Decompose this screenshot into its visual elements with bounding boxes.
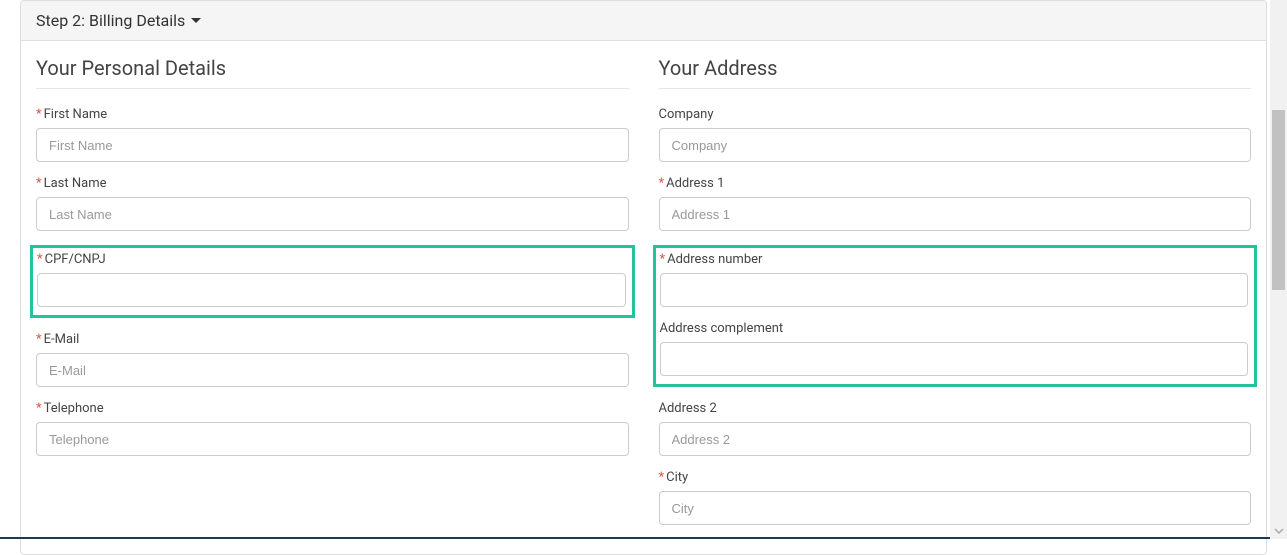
panel-title: Step 2: Billing Details — [36, 11, 185, 30]
email-input[interactable] — [36, 353, 629, 387]
address-number-input[interactable] — [660, 273, 1249, 307]
cpf-input[interactable] — [37, 273, 626, 307]
email-group: *E-Mail — [36, 332, 629, 387]
company-group: Company — [659, 107, 1252, 162]
company-label: Company — [659, 107, 1252, 122]
address-extras-highlight-box: *Address number Address complement — [653, 245, 1258, 387]
address-legend: Your Address — [659, 56, 1252, 89]
required-star-icon: * — [659, 470, 665, 485]
label-text: First Name — [44, 107, 108, 122]
cpf-highlight-box: *CPF/CNPJ — [30, 245, 635, 318]
address-complement-input[interactable] — [660, 342, 1249, 376]
address-number-group: *Address number — [660, 252, 1249, 307]
label-text: E-Mail — [44, 332, 80, 347]
required-star-icon: * — [36, 332, 42, 347]
address-complement-label: Address complement — [660, 321, 1249, 336]
panel-body: Your Personal Details *First Name *Last … — [21, 41, 1266, 554]
label-text: Address 1 — [666, 176, 724, 191]
required-star-icon: * — [659, 176, 665, 191]
last-name-group: *Last Name — [36, 176, 629, 231]
first-name-input[interactable] — [36, 128, 629, 162]
label-text: City — [666, 470, 688, 485]
city-input[interactable] — [659, 491, 1252, 525]
label-text: Last Name — [44, 176, 107, 191]
address-complement-group: Address complement — [660, 321, 1249, 376]
last-name-label: *Last Name — [36, 176, 629, 191]
city-group: *City — [659, 470, 1252, 525]
cpf-group: *CPF/CNPJ — [37, 252, 626, 307]
required-star-icon: * — [36, 401, 42, 416]
address1-group: *Address 1 — [659, 176, 1252, 231]
label-text: CPF/CNPJ — [45, 252, 106, 267]
scrollbar-down-arrow-icon[interactable] — [1270, 522, 1287, 539]
telephone-label: *Telephone — [36, 401, 629, 416]
personal-details-column: Your Personal Details *First Name *Last … — [36, 56, 629, 539]
last-name-input[interactable] — [36, 197, 629, 231]
scrollbar-thumb[interactable] — [1272, 110, 1285, 290]
required-star-icon: * — [36, 107, 42, 122]
label-text: Address 2 — [659, 401, 717, 416]
label-text: Address number — [667, 252, 762, 267]
telephone-group: *Telephone — [36, 401, 629, 456]
address2-label: Address 2 — [659, 401, 1252, 416]
required-star-icon: * — [36, 176, 42, 191]
billing-details-panel: Step 2: Billing Details Your Personal De… — [20, 0, 1267, 555]
address-number-label: *Address number — [660, 252, 1249, 267]
company-input[interactable] — [659, 128, 1252, 162]
address1-input[interactable] — [659, 197, 1252, 231]
address-column: Your Address Company *Address 1 *Address… — [659, 56, 1252, 539]
caret-down-icon — [191, 18, 201, 23]
telephone-input[interactable] — [36, 422, 629, 456]
label-text: Telephone — [44, 401, 104, 416]
label-text: Address complement — [660, 321, 784, 336]
cpf-label: *CPF/CNPJ — [37, 252, 626, 267]
scrollbar-track[interactable] — [1270, 0, 1287, 539]
required-star-icon: * — [37, 252, 43, 267]
city-label: *City — [659, 470, 1252, 485]
required-star-icon: * — [660, 252, 666, 267]
panel-heading-step2[interactable]: Step 2: Billing Details — [21, 1, 1266, 41]
label-text: Company — [659, 107, 714, 122]
first-name-group: *First Name — [36, 107, 629, 162]
address2-input[interactable] — [659, 422, 1252, 456]
first-name-label: *First Name — [36, 107, 629, 122]
address1-label: *Address 1 — [659, 176, 1252, 191]
personal-details-legend: Your Personal Details — [36, 56, 629, 89]
address2-group: Address 2 — [659, 401, 1252, 456]
email-label: *E-Mail — [36, 332, 629, 347]
